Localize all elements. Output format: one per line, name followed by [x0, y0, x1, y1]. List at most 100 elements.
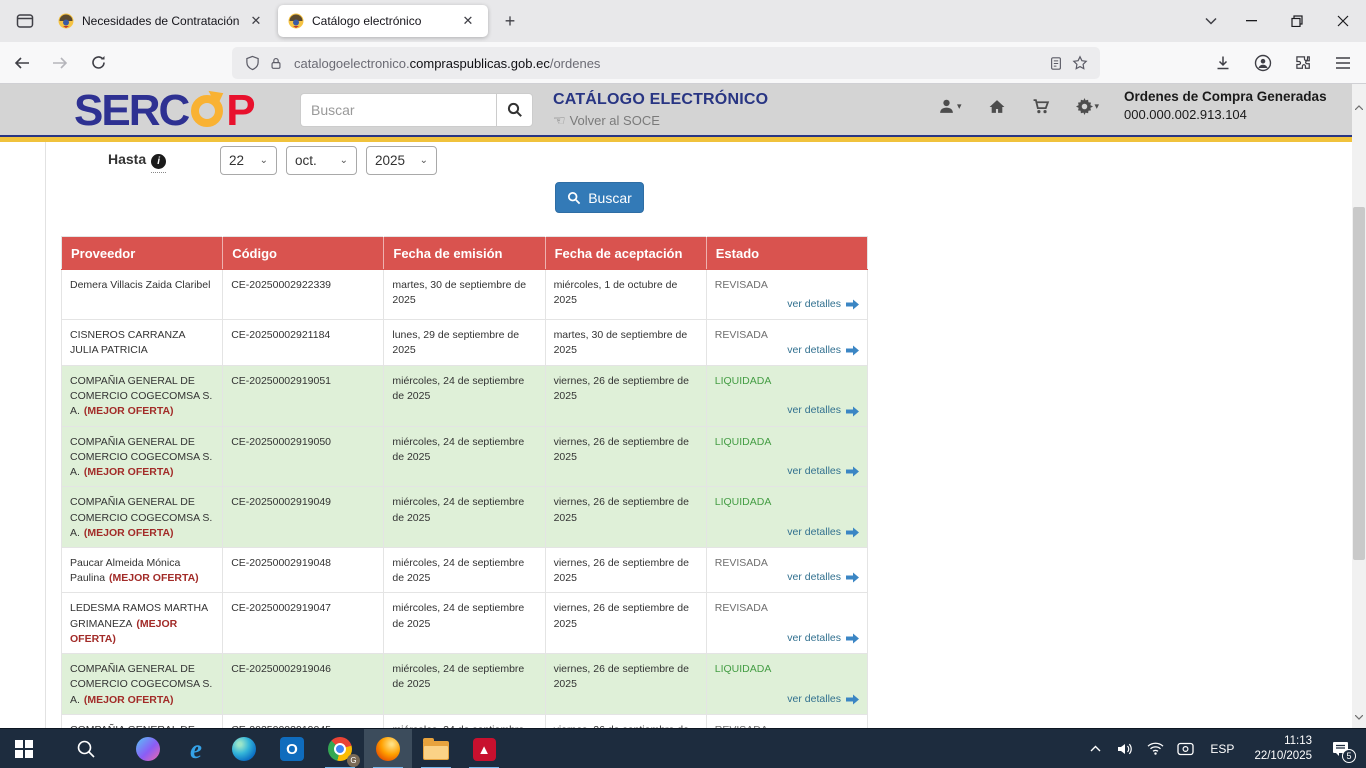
logo-text-p: P [226, 86, 253, 136]
scrollbar-thumb[interactable] [1353, 207, 1365, 560]
info-tooltip[interactable]: i [151, 151, 166, 173]
tab-close-icon[interactable]: ✕ [458, 11, 478, 31]
downloads-icon[interactable] [1210, 50, 1236, 76]
month-select[interactable]: oct.⌄ [286, 146, 357, 175]
chevron-down-icon: ▾ [1095, 101, 1100, 112]
extensions-puzzle-icon[interactable] [1290, 50, 1316, 76]
new-tab-button[interactable]: + [496, 7, 524, 35]
window-restore-button[interactable] [1274, 0, 1320, 42]
url-path: /ordenes [550, 56, 601, 71]
ver-detalles-link[interactable]: ver detalles [787, 343, 841, 358]
arrow-right-icon [846, 572, 859, 583]
outlook-app-icon[interactable]: O [268, 729, 316, 768]
ver-detalles-link[interactable]: ver detalles [787, 464, 841, 479]
wifi-icon[interactable] [1142, 729, 1168, 768]
language-indicator[interactable]: ESP [1202, 742, 1242, 756]
screen: Necesidades de Contratación y ✕ Catálogo… [0, 0, 1366, 768]
tab-catalogo[interactable]: Catálogo electrónico ✕ [278, 5, 488, 37]
cell-fecha-aceptacion: martes, 30 de septiembre de 2025 [545, 320, 706, 366]
ver-detalles-link[interactable]: ver detalles [787, 525, 841, 540]
cell-estado: REVISADAver detalles [706, 320, 867, 366]
firefox-app-icon[interactable] [364, 729, 412, 768]
hand-pointer-icon: ☜ [553, 112, 566, 129]
clock[interactable]: 11:13 22/10/2025 [1246, 734, 1320, 764]
cart-button[interactable] [1032, 98, 1050, 115]
mejor-oferta-label: (MEJOR OFERTA) [84, 527, 174, 539]
page-scrollbar[interactable] [1352, 84, 1366, 728]
ver-detalles-link[interactable]: ver detalles [787, 570, 841, 585]
chevron-down-icon: ⌄ [340, 155, 348, 166]
menu-hamburger-icon[interactable] [1330, 50, 1356, 76]
search-button[interactable] [496, 93, 533, 127]
user-menu-button[interactable]: ▾ [938, 98, 962, 115]
tray-chevron-up-icon[interactable] [1082, 729, 1108, 768]
notification-center-button[interactable]: 5 [1324, 729, 1358, 768]
cell-proveedor: COMPAÑIA GENERAL DE COMERCIO COGECOMSA S… [62, 654, 223, 715]
status-badge: REVISADA [715, 278, 860, 293]
cell-codigo: CE-20250002919051 [223, 366, 384, 427]
cell-proveedor: Demera Villacis Zaida Claribel [62, 270, 223, 320]
lock-icon[interactable] [264, 51, 288, 75]
scroll-up-arrow[interactable] [1352, 100, 1366, 114]
window-close-button[interactable] [1320, 0, 1366, 42]
url-subdomain: catalogoelectronico. [294, 56, 410, 71]
chrome-profile-badge: G [347, 754, 360, 767]
taskbar-search-button[interactable] [62, 729, 110, 768]
ver-detalles-link[interactable]: ver detalles [787, 297, 841, 312]
acrobat-app-icon[interactable]: ▲ [460, 729, 508, 768]
window-minimize-button[interactable] [1228, 0, 1274, 42]
url-text[interactable]: catalogoelectronico.compraspublicas.gob.… [294, 56, 1044, 71]
cell-fecha-emision: miércoles, 24 de septiembre de 2025 [384, 654, 545, 715]
col-fecha-aceptacion: Fecha de aceptación [545, 237, 706, 270]
list-tabs-chevron-icon[interactable] [1194, 7, 1228, 35]
edge-app-icon[interactable] [220, 729, 268, 768]
bookmark-star-icon[interactable] [1068, 51, 1092, 75]
shield-icon[interactable] [240, 51, 264, 75]
home-button[interactable] [988, 98, 1006, 115]
reload-button[interactable] [82, 48, 114, 78]
start-button[interactable] [0, 729, 48, 768]
volver-al-soce-link[interactable]: ☜Volver al SOCE [553, 112, 768, 129]
col-codigo: Código [223, 237, 384, 270]
day-select[interactable]: 22⌄ [220, 146, 277, 175]
cell-proveedor: Paucar Almeida Mónica Paulina(MEJOR OFER… [62, 547, 223, 592]
file-explorer-app-icon[interactable] [412, 729, 460, 768]
tab-close-icon[interactable]: ✕ [246, 11, 266, 31]
chevron-down-icon: ▾ [957, 101, 962, 112]
windows-logo-icon [15, 740, 33, 758]
chrome-app-icon[interactable]: G [316, 729, 364, 768]
back-button[interactable] [6, 48, 38, 78]
volume-icon[interactable] [1112, 729, 1138, 768]
orders-generated-label: Ordenes de Compra Generadas [1124, 89, 1327, 104]
url-bar[interactable]: catalogoelectronico.compraspublicas.gob.… [232, 47, 1100, 79]
cell-codigo: CE-20250002922339 [223, 270, 384, 320]
meet-now-icon[interactable] [1172, 729, 1198, 768]
windows-taskbar: e O G ▲ [0, 728, 1366, 768]
logo-text-c: C [158, 86, 188, 136]
copilot-app-icon[interactable] [124, 729, 172, 768]
ver-detalles-link[interactable]: ver detalles [787, 631, 841, 646]
sercop-logo[interactable]: SERCP [74, 86, 254, 136]
chevron-down-icon: ⌄ [260, 155, 268, 166]
tab-necesidades[interactable]: Necesidades de Contratación y ✕ [48, 5, 276, 37]
scroll-down-arrow[interactable] [1352, 710, 1366, 724]
ver-detalles-link[interactable]: ver detalles [787, 692, 841, 707]
forward-button[interactable] [44, 48, 76, 78]
search-input[interactable] [300, 93, 496, 127]
cell-fecha-emision: miércoles, 24 de septiembre de 2025 [384, 593, 545, 654]
settings-menu-button[interactable]: ▾ [1076, 98, 1100, 115]
year-select[interactable]: 2025⌄ [366, 146, 437, 175]
table-row: COMPAÑIA GENERAL DE COMERCIO COGECOMSA S… [62, 714, 868, 728]
cell-estado: REVISADAver detalles [706, 593, 867, 654]
cell-fecha-emision: miércoles, 24 de septiembre de 2025 [384, 714, 545, 728]
reader-mode-icon[interactable] [1044, 51, 1068, 75]
ecuador-crest-favicon [288, 13, 304, 29]
account-icon[interactable] [1250, 50, 1276, 76]
proveedor-name: CISNEROS CARRANZA JULIA PATRICIA [70, 329, 185, 356]
ver-detalles-link[interactable]: ver detalles [787, 403, 841, 418]
cell-estado: LIQUIDADAver detalles [706, 487, 867, 548]
firefox-view-button[interactable] [10, 7, 40, 35]
cell-codigo: CE-20250002919046 [223, 654, 384, 715]
internet-explorer-app-icon[interactable]: e [172, 729, 220, 768]
buscar-button[interactable]: Buscar [555, 182, 644, 213]
